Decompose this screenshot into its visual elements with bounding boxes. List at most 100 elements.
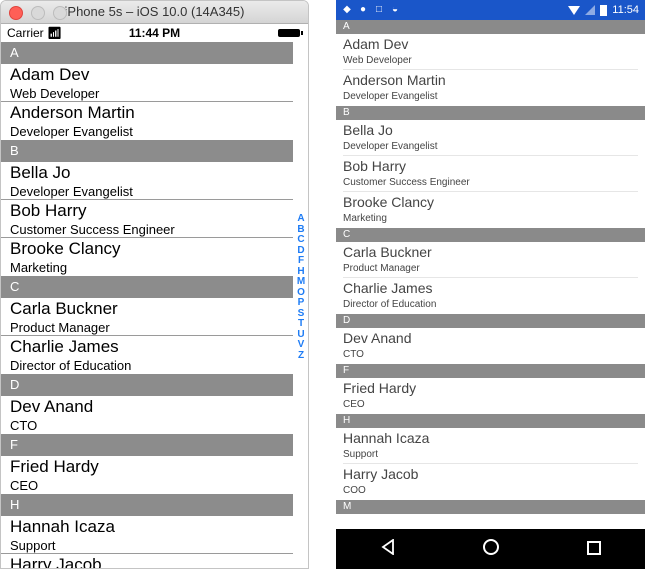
- section-header: M: [336, 500, 645, 514]
- list-item[interactable]: Hannah Icaza Support: [1, 516, 293, 554]
- index-letter[interactable]: Z: [298, 350, 304, 362]
- list-item[interactable]: Brooke Clancy Marketing: [1, 238, 293, 276]
- contact-title: Support: [10, 538, 56, 553]
- contact-name: Carla Buckner: [10, 299, 118, 318]
- list-item[interactable]: Dev Anand CTO: [343, 328, 638, 364]
- list-item[interactable]: Carla Buckner Product Manager: [343, 242, 638, 278]
- ios-clock: 11:44 PM: [128, 26, 181, 40]
- list-item[interactable]: Bob Harry Customer Success Engineer: [343, 156, 638, 192]
- contact-name: Bob Harry: [343, 158, 407, 174]
- list-item[interactable]: Harry Jacob COO: [343, 464, 638, 500]
- section-header: F: [336, 364, 645, 378]
- ios-simulator-window: iPhone 5s – iOS 10.0 (14A345) Carrier 📶︎…: [0, 0, 309, 569]
- contact-title: Developer Evangelist: [10, 184, 133, 199]
- contact-name: Anderson Martin: [10, 103, 135, 122]
- index-letter[interactable]: T: [298, 318, 304, 330]
- battery-icon: [600, 4, 608, 16]
- notification-icons: ◆ ● □ ◒: [342, 4, 400, 15]
- ios-status-bar: Carrier 📶︎ 11:44 PM: [1, 24, 308, 42]
- contact-name: Carla Buckner: [343, 244, 432, 260]
- section-header: F: [1, 434, 293, 456]
- contact-name: Bob Harry: [10, 201, 87, 220]
- battery-icon: [278, 29, 303, 37]
- contact-title: Customer Success Engineer: [10, 222, 175, 237]
- contact-name: Brooke Clancy: [10, 239, 121, 258]
- contact-title: COO: [343, 485, 366, 496]
- section-header: B: [336, 106, 645, 120]
- contact-name: Dev Anand: [343, 330, 412, 346]
- contact-name: Adam Dev: [343, 36, 409, 52]
- list-item[interactable]: Fried Hardy CEO: [1, 456, 293, 494]
- list-item[interactable]: Harry Jacob: [1, 554, 293, 569]
- list-item[interactable]: Anderson Martin Developer Evangelist: [343, 70, 638, 106]
- sim-icon: □: [375, 4, 383, 15]
- list-item[interactable]: Charlie James Director of Education: [343, 278, 638, 314]
- index-letter[interactable]: M: [297, 276, 305, 288]
- android-nav-bar: [336, 529, 645, 569]
- list-item[interactable]: Charlie James Director of Education: [1, 336, 293, 374]
- contact-name: Charlie James: [343, 280, 433, 296]
- section-index[interactable]: ABCDFHMOPSTUVZ: [294, 213, 308, 362]
- shield-icon: ◆: [343, 4, 351, 15]
- list-item[interactable]: Adam Dev Web Developer: [1, 64, 293, 102]
- contact-name: Brooke Clancy: [343, 194, 435, 210]
- section-header: A: [336, 20, 645, 34]
- contact-title: Web Developer: [10, 86, 100, 101]
- ios-contact-list[interactable]: A Adam Dev Web Developer Anderson Martin Dev…: [1, 42, 293, 569]
- android-screen: ◆ ● □ ◒ 11:54 A Adam Dev Web Developer Ande…: [336, 0, 645, 569]
- index-letter[interactable]: C: [297, 234, 304, 246]
- signal-icon: [585, 5, 596, 15]
- contact-name: Anderson Martin: [343, 72, 446, 88]
- contact-title: Product Manager: [343, 263, 420, 274]
- contact-title: Support: [343, 449, 379, 460]
- contact-title: Marketing: [343, 213, 387, 224]
- contact-title: Director of Education: [343, 299, 437, 310]
- section-header: B: [1, 140, 293, 162]
- list-item[interactable]: Dev Anand CTO: [1, 396, 293, 434]
- contact-name: Adam Dev: [10, 65, 90, 84]
- index-letter[interactable]: P: [298, 297, 305, 309]
- section-header: A: [1, 42, 293, 64]
- section-header: H: [1, 494, 293, 516]
- list-item[interactable]: Anderson Martin Developer Evangelist: [1, 102, 293, 140]
- list-item[interactable]: Bella Jo Developer Evangelist: [343, 120, 638, 156]
- list-item[interactable]: Carla Buckner Product Manager: [1, 298, 293, 336]
- back-triangle-icon[interactable]: [368, 537, 408, 560]
- contact-title: Marketing: [10, 260, 68, 275]
- index-letter[interactable]: V: [298, 339, 305, 351]
- contact-name: Charlie James: [10, 337, 119, 356]
- ios-titlebar: iPhone 5s – iOS 10.0 (14A345): [1, 1, 308, 24]
- list-item[interactable]: Bob Harry Customer Success Engineer: [1, 200, 293, 238]
- contact-name: Dev Anand: [10, 397, 94, 416]
- contact-name: Harry Jacob: [10, 555, 102, 569]
- android-contact-list[interactable]: A Adam Dev Web Developer Anderson Martin Dev…: [336, 20, 645, 514]
- index-letter[interactable]: A: [297, 213, 304, 225]
- list-item[interactable]: Hannah Icaza Support: [343, 428, 638, 464]
- recents-square-icon[interactable]: [574, 539, 614, 560]
- list-item[interactable]: Bella Jo Developer Evangelist: [1, 162, 293, 200]
- section-header: D: [336, 314, 645, 328]
- wifi-icon: [568, 5, 581, 15]
- home-circle-icon[interactable]: [471, 538, 511, 560]
- status-right: 11:54: [568, 0, 639, 20]
- contact-title: CEO: [10, 478, 39, 493]
- contact-title: CEO: [343, 399, 365, 410]
- contact-name: Fried Hardy: [10, 457, 99, 476]
- maximize-window-button[interactable]: [53, 6, 67, 20]
- contact-name: Fried Hardy: [343, 380, 417, 396]
- contact-title: Developer Evangelist: [343, 141, 438, 152]
- list-item[interactable]: Adam Dev Web Developer: [343, 34, 638, 70]
- app-notification-icon: ●: [359, 4, 367, 15]
- contact-title: CTO: [10, 418, 38, 433]
- section-header: C: [1, 276, 293, 298]
- android-status-bar: ◆ ● □ ◒ 11:54: [336, 0, 645, 20]
- contact-name: Harry Jacob: [343, 466, 419, 482]
- list-item[interactable]: Brooke Clancy Marketing: [343, 192, 638, 228]
- minimize-window-button[interactable]: [31, 6, 45, 20]
- contact-title: Product Manager: [10, 320, 110, 335]
- index-letter[interactable]: F: [298, 255, 304, 267]
- android-clock: 11:54: [612, 4, 639, 16]
- contact-title: Developer Evangelist: [10, 124, 133, 139]
- close-window-button[interactable]: [9, 6, 23, 20]
- list-item[interactable]: Fried Hardy CEO: [343, 378, 638, 414]
